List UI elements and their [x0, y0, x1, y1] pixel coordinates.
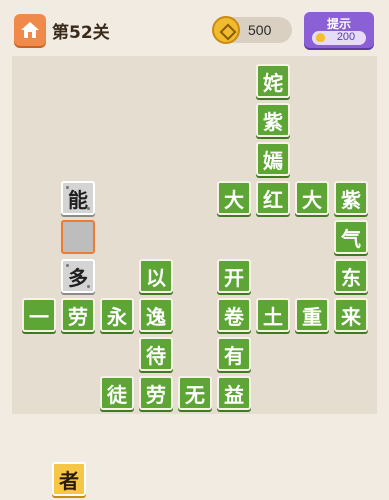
hint-tile: 多 — [61, 259, 95, 293]
coin-icon — [212, 16, 240, 44]
word-tile: 姹 — [256, 64, 290, 98]
word-tile: 永 — [100, 298, 134, 332]
hint-cost: 200 — [336, 31, 356, 43]
word-tile: 待 — [139, 337, 173, 371]
answer-choice-tile[interactable]: 者 — [52, 462, 86, 496]
level-title: 第52关 — [52, 23, 110, 43]
word-tile: 劳 — [61, 298, 95, 332]
lightbulb-icon — [316, 33, 325, 42]
puzzle-board: 姹紫嫣能大红大紫气多以开东一劳永逸卷土重来待有徒劳无益 — [12, 56, 377, 414]
coin-count: 500 — [248, 22, 272, 38]
word-tile: 开 — [217, 259, 251, 293]
word-tile: 紫 — [256, 103, 290, 137]
word-tile: 以 — [139, 259, 173, 293]
empty-answer-slot[interactable] — [61, 220, 95, 254]
word-tile: 来 — [334, 298, 368, 332]
hint-tile: 能 — [61, 181, 95, 215]
word-tile: 大 — [295, 181, 329, 215]
word-tile: 东 — [334, 259, 368, 293]
word-tile: 大 — [217, 181, 251, 215]
word-tile: 逸 — [139, 298, 173, 332]
home-button[interactable] — [14, 14, 46, 46]
word-tile: 一 — [22, 298, 56, 332]
hint-label: 提示 — [326, 17, 351, 31]
word-tile: 益 — [217, 376, 251, 410]
word-tile: 嫣 — [256, 142, 290, 176]
hint-button[interactable]: 提示 200 — [304, 12, 374, 48]
top-bar: 第52关 500 提示 200 — [0, 0, 389, 56]
word-tile: 红 — [256, 181, 290, 215]
word-tile: 重 — [295, 298, 329, 332]
word-tile: 无 — [178, 376, 212, 410]
word-tile: 紫 — [334, 181, 368, 215]
home-icon — [21, 22, 39, 38]
word-tile: 徒 — [100, 376, 134, 410]
word-tile: 劳 — [139, 376, 173, 410]
hint-cost-badge: 200 — [312, 31, 366, 45]
word-tile: 卷 — [217, 298, 251, 332]
word-tile: 气 — [334, 220, 368, 254]
word-tile: 有 — [217, 337, 251, 371]
word-tile: 土 — [256, 298, 290, 332]
